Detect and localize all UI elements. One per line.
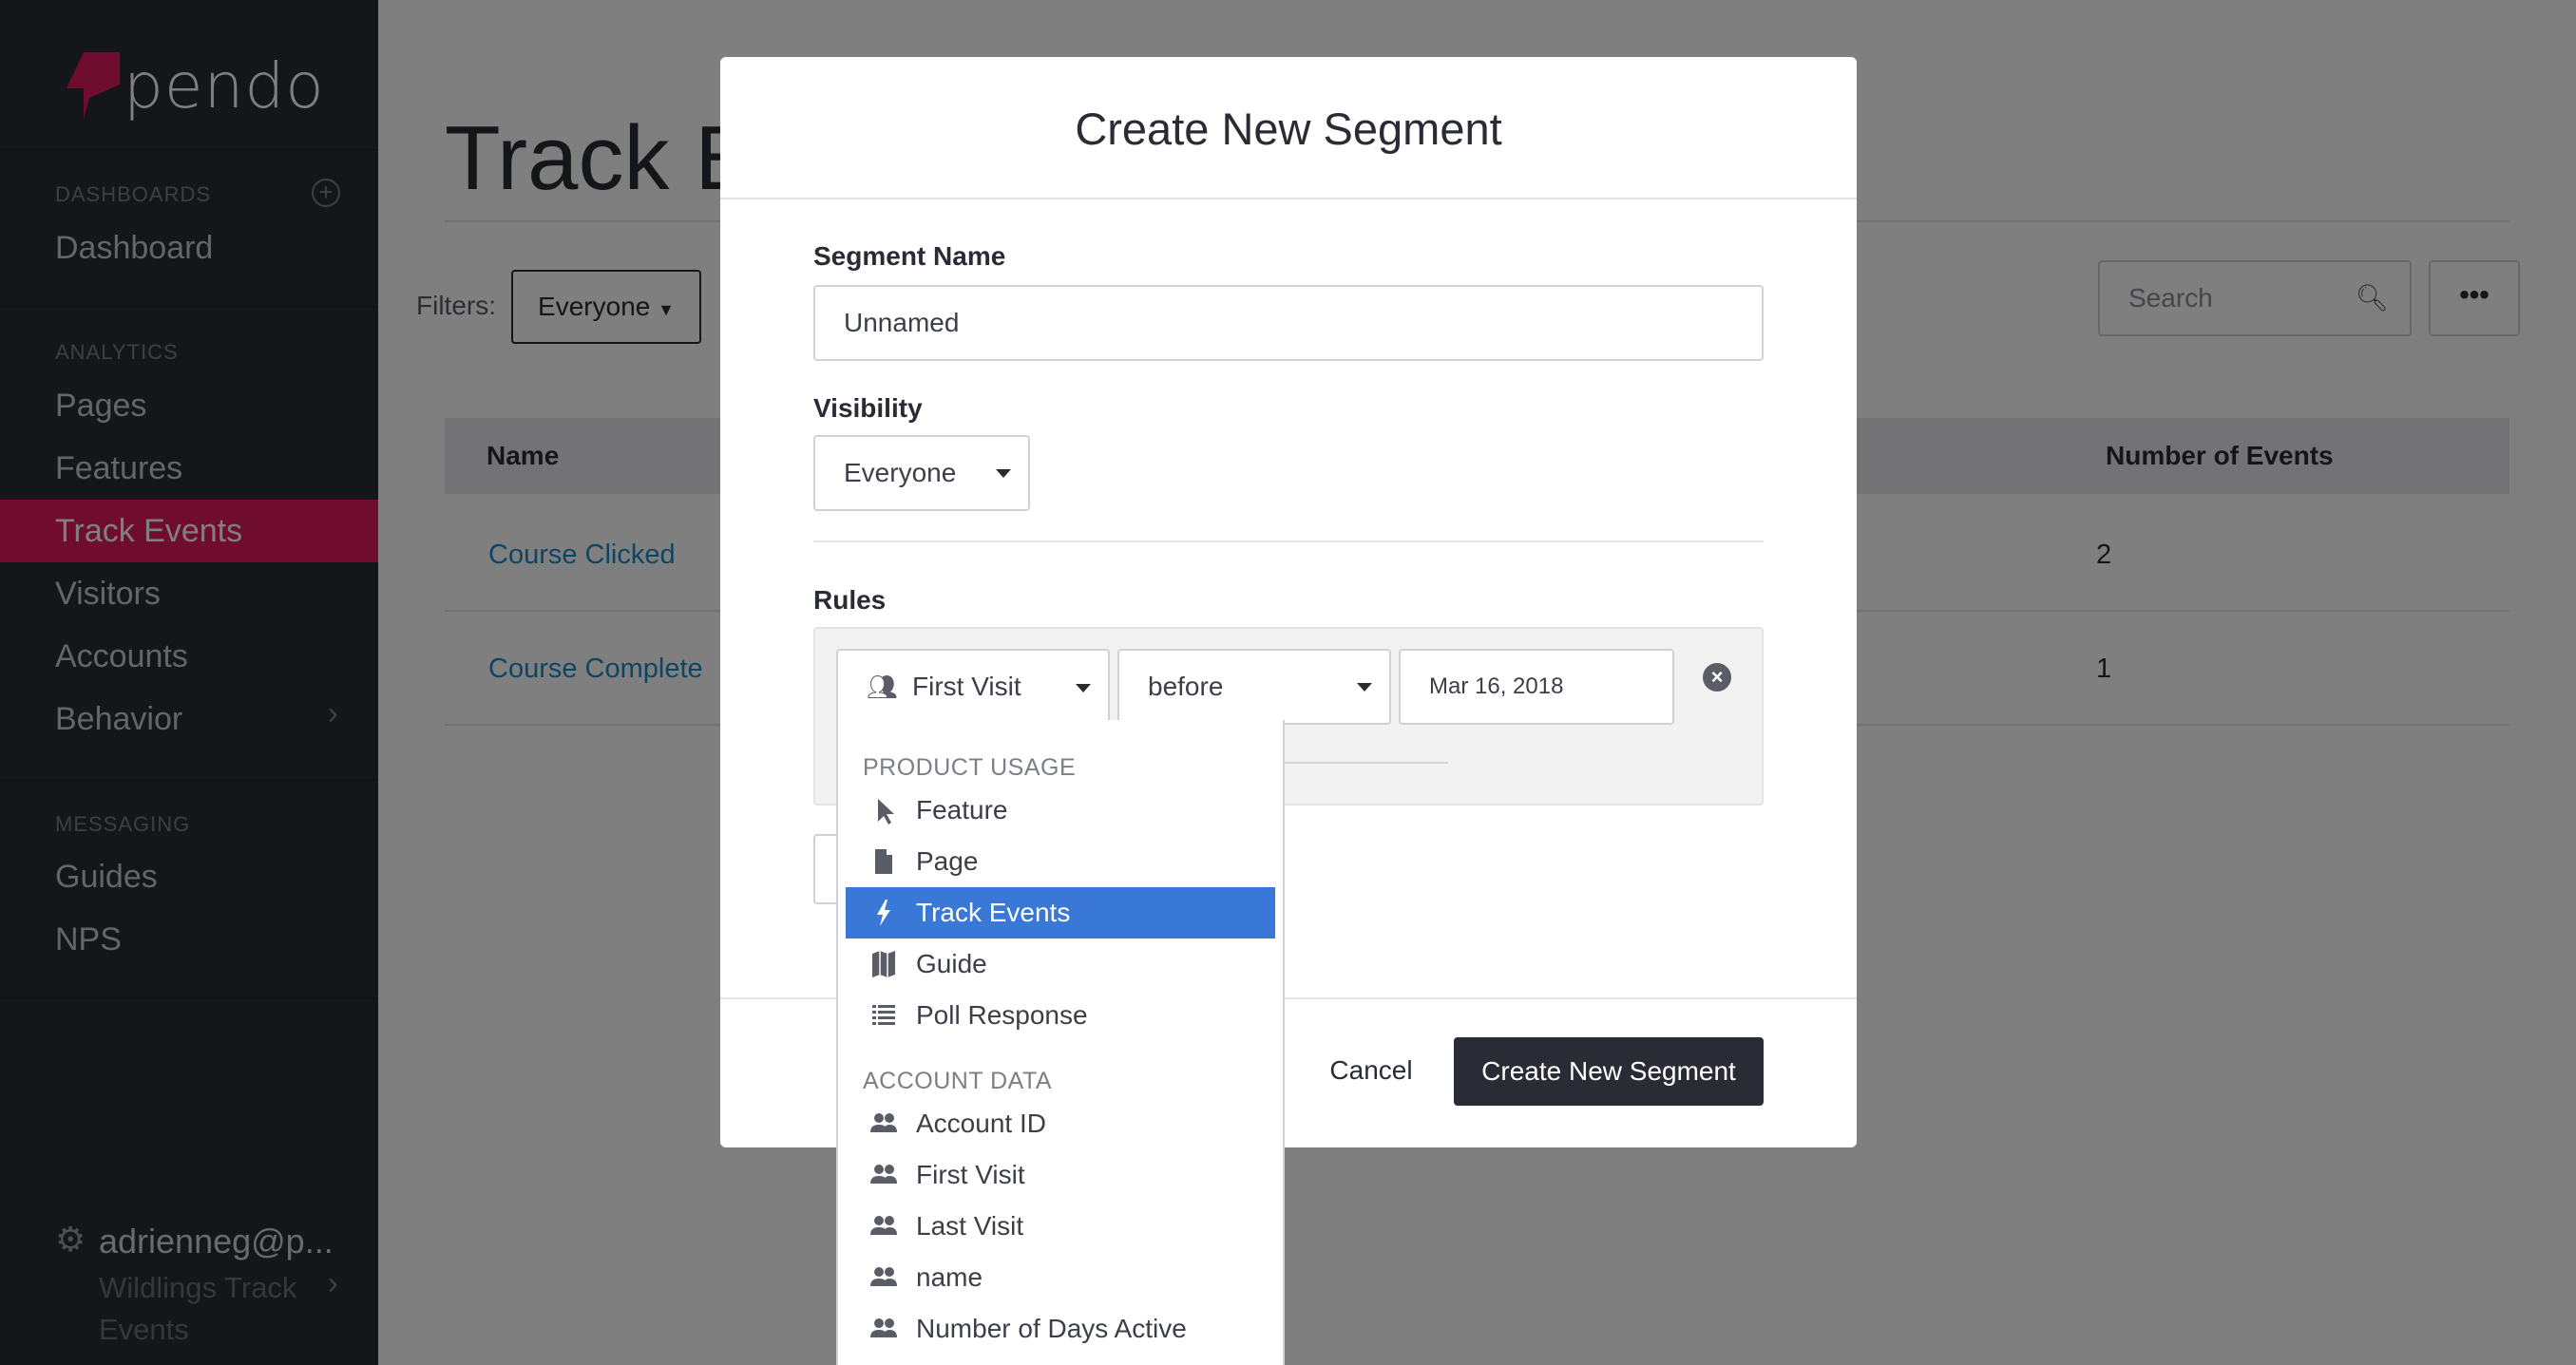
caret-down-icon (1076, 684, 1091, 692)
users-icon (870, 1216, 897, 1235)
create-segment-button[interactable]: Create New Segment (1454, 1037, 1764, 1106)
dropdown-item-poll-response[interactable]: Poll Response (846, 990, 1275, 1041)
file-icon (875, 849, 892, 874)
users-icon (870, 1318, 897, 1337)
rule-operator-value: before (1148, 672, 1224, 701)
dropdown-item-name[interactable]: name (846, 1252, 1275, 1303)
dropdown-item-label: Poll Response (916, 1000, 1088, 1030)
visibility-select[interactable]: Everyone (813, 435, 1030, 511)
cancel-button[interactable]: Cancel (1300, 1037, 1442, 1104)
dropdown-item-label: Last Visit (916, 1211, 1024, 1241)
dropdown-item-page[interactable]: Page (846, 836, 1275, 887)
dropdown-item-number-of-days-active[interactable]: Number of Days Active (846, 1303, 1275, 1355)
rule-field-value: First Visit (912, 672, 1021, 701)
dropdown-item-label: Number of Days Active (916, 1314, 1187, 1343)
dropdown-item-first-visit[interactable]: First Visit (846, 1149, 1275, 1201)
modal-title: Create New Segment (1075, 104, 1502, 154)
dropdown-group-product-usage: PRODUCT USAGE (863, 754, 1077, 781)
users-icon (870, 1165, 897, 1184)
users-icon (870, 1267, 897, 1286)
rule-field-select[interactable]: 👥︎ First Visit (836, 649, 1110, 725)
list-icon (872, 1005, 895, 1025)
dropdown-item-account-id[interactable]: Account ID (846, 1098, 1275, 1149)
remove-rule-icon[interactable]: × (1703, 663, 1731, 692)
cursor-icon (878, 799, 894, 825)
visibility-value: Everyone (844, 458, 957, 487)
modal-header-divider (720, 198, 1857, 199)
segment-name-input[interactable]: Unnamed (813, 285, 1764, 361)
rule-field-dropdown: PRODUCT USAGE Feature Page Track Events … (836, 720, 1285, 1365)
dropdown-item-last-visit[interactable]: Last Visit (846, 1201, 1275, 1252)
rule-operator-select[interactable]: before (1117, 649, 1391, 725)
dropdown-item-label: First Visit (916, 1160, 1025, 1189)
users-icon: 👥︎ (867, 673, 899, 701)
rules-label: Rules (813, 585, 887, 615)
dropdown-item-feature[interactable]: Feature (846, 785, 1275, 836)
segment-name-label: Segment Name (813, 241, 1006, 271)
visibility-label: Visibility (813, 393, 923, 423)
map-icon (872, 951, 895, 977)
dropdown-item-label: Guide (916, 949, 987, 978)
dropdown-item-guide[interactable]: Guide (846, 938, 1275, 990)
caret-down-icon (1357, 683, 1372, 692)
dropdown-group-account-data: ACCOUNT DATA (863, 1068, 1053, 1094)
rule-date-value: Mar 16, 2018 (1429, 673, 1564, 699)
dropdown-item-label: Track Events (916, 898, 1071, 927)
caret-down-icon (996, 469, 1011, 478)
dropdown-item-label: Account ID (916, 1109, 1046, 1138)
dropdown-item-track-events[interactable]: Track Events (846, 887, 1275, 938)
dropdown-item-label: Page (916, 846, 979, 876)
dropdown-item-label: Feature (916, 795, 1008, 825)
users-icon (870, 1113, 897, 1132)
modal-section-divider (813, 540, 1764, 542)
rule-date-input[interactable]: Mar 16, 2018 (1399, 649, 1674, 725)
bolt-icon (877, 900, 890, 926)
dropdown-item-label: name (916, 1262, 983, 1292)
